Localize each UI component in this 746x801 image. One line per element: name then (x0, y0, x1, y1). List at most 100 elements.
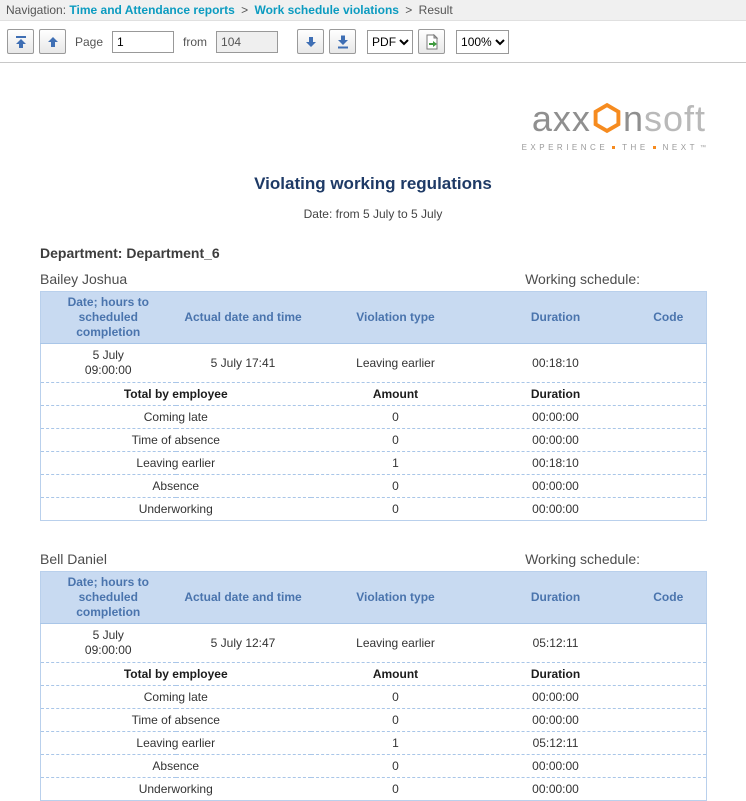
violation-type-cell: Leaving earlier (311, 624, 481, 663)
total-pages-field (216, 31, 278, 53)
empty-cell (631, 663, 707, 686)
arrow-down-icon (304, 35, 318, 49)
page-number-input[interactable] (112, 31, 174, 53)
nav-link-time-attendance-reports[interactable]: Time and Attendance reports (69, 3, 234, 17)
total-row-duration: 00:00:00 (481, 709, 631, 732)
report-title: Violating working regulations (0, 174, 746, 194)
total-row-amount: 0 (311, 429, 481, 452)
total-by-employee-label: Total by employee (41, 383, 311, 406)
nav-label: Navigation: (6, 3, 66, 17)
total-by-employee-label: Total by employee (41, 663, 311, 686)
working-schedule-label: Working schedule: (525, 271, 706, 287)
employee-name: Bell Daniel (40, 551, 107, 567)
total-row-duration: 00:18:10 (481, 452, 631, 475)
empty-cell (631, 709, 707, 732)
col-header-scheduled: Date; hours to scheduled completion (41, 292, 176, 344)
logo-tagline: EXPERIENCE THE NEXT ™ (0, 143, 706, 152)
total-row: Coming late 0 00:00:00 (41, 686, 707, 709)
scheduled-cell: 5 July 09:00:00 (41, 344, 176, 383)
col-header-duration: Duration (481, 572, 631, 624)
empty-cell (631, 452, 707, 475)
employee-header: Bailey Joshua Working schedule: (40, 271, 706, 287)
zoom-select[interactable]: 100% (456, 30, 509, 54)
employee-section: Bailey Joshua Working schedule: Date; ho… (0, 271, 746, 521)
table-header-row: Date; hours to scheduled completion Actu… (41, 292, 707, 344)
empty-cell (631, 732, 707, 755)
total-row: Absence 0 00:00:00 (41, 755, 707, 778)
total-row-label: Time of absence (41, 429, 311, 452)
scheduled-cell: 5 July 09:00:00 (41, 624, 176, 663)
nav-link-work-schedule-violations[interactable]: Work schedule violations (254, 3, 398, 17)
breadcrumb-separator: > (241, 3, 248, 17)
empty-cell (631, 778, 707, 801)
col-header-code: Code (631, 292, 707, 344)
export-format-select[interactable]: PDF (367, 30, 413, 54)
total-row: Underworking 0 00:00:00 (41, 498, 707, 521)
duration-label: Duration (481, 383, 631, 406)
total-row-label: Time of absence (41, 709, 311, 732)
arrow-up-icon (46, 35, 60, 49)
total-row-label: Coming late (41, 406, 311, 429)
violation-type-cell: Leaving earlier (311, 344, 481, 383)
total-row: Absence 0 00:00:00 (41, 475, 707, 498)
employee-section: Bell Daniel Working schedule: Date; hour… (0, 551, 746, 801)
hexagon-icon (592, 102, 622, 134)
total-row: Coming late 0 00:00:00 (41, 406, 707, 429)
total-row-label: Absence (41, 475, 311, 498)
total-row-amount: 0 (311, 406, 481, 429)
total-row-amount: 0 (311, 498, 481, 521)
total-row-amount: 0 (311, 686, 481, 709)
total-row-duration: 00:00:00 (481, 406, 631, 429)
report-date-range: Date: from 5 July to 5 July (0, 207, 746, 221)
logo-text-axx: axx (532, 98, 591, 139)
duration-label: Duration (481, 663, 631, 686)
scheduled-time: 09:00:00 (45, 363, 172, 378)
total-row-label: Coming late (41, 686, 311, 709)
table-header-row: Date; hours to scheduled completion Actu… (41, 572, 707, 624)
employee-name: Bailey Joshua (40, 271, 127, 287)
working-schedule-label: Working schedule: (525, 551, 706, 567)
scheduled-date: 5 July (45, 348, 172, 363)
empty-cell (631, 686, 707, 709)
tagline-dot (612, 146, 615, 149)
total-row-duration: 00:00:00 (481, 686, 631, 709)
total-row-label: Leaving earlier (41, 732, 311, 755)
col-header-duration: Duration (481, 292, 631, 344)
tagline-word: THE (622, 143, 649, 152)
total-row-label: Absence (41, 755, 311, 778)
total-row-duration: 00:00:00 (481, 778, 631, 801)
total-row: Underworking 0 00:00:00 (41, 778, 707, 801)
total-row-amount: 1 (311, 452, 481, 475)
arrow-down-bar-icon (336, 35, 350, 49)
employee-header: Bell Daniel Working schedule: (40, 551, 706, 567)
code-cell (631, 344, 707, 383)
col-header-code: Code (631, 572, 707, 624)
amount-label: Amount (311, 663, 481, 686)
from-label: from (183, 35, 207, 49)
logo-wordmark: axx nsoft (532, 101, 706, 137)
totals-header-row: Total by employee Amount Duration (41, 383, 707, 406)
violations-table: Date; hours to scheduled completion Actu… (40, 571, 707, 801)
export-document-icon (424, 34, 440, 50)
empty-cell (631, 498, 707, 521)
tagline-word: NEXT (663, 143, 698, 152)
total-row-duration: 00:00:00 (481, 498, 631, 521)
axxonsoft-logo: axx nsoft EXPERIENCE THE NEXT ™ (0, 101, 706, 152)
total-row-duration: 00:00:00 (481, 755, 631, 778)
total-row: Leaving earlier 1 05:12:11 (41, 732, 707, 755)
total-row-amount: 0 (311, 778, 481, 801)
total-row: Time of absence 0 00:00:00 (41, 709, 707, 732)
violations-table: Date; hours to scheduled completion Actu… (40, 291, 707, 521)
total-row-duration: 05:12:11 (481, 732, 631, 755)
empty-cell (631, 406, 707, 429)
first-page-button[interactable] (7, 29, 34, 54)
last-page-button[interactable] (329, 29, 356, 54)
empty-cell (631, 475, 707, 498)
next-page-button[interactable] (297, 29, 324, 54)
export-button[interactable] (418, 29, 445, 54)
actual-cell: 5 July 12:47 (176, 624, 311, 663)
breadcrumb-separator: > (405, 3, 412, 17)
violation-row: 5 July 09:00:00 5 July 17:41 Leaving ear… (41, 344, 707, 383)
previous-page-button[interactable] (39, 29, 66, 54)
total-row-duration: 00:00:00 (481, 429, 631, 452)
